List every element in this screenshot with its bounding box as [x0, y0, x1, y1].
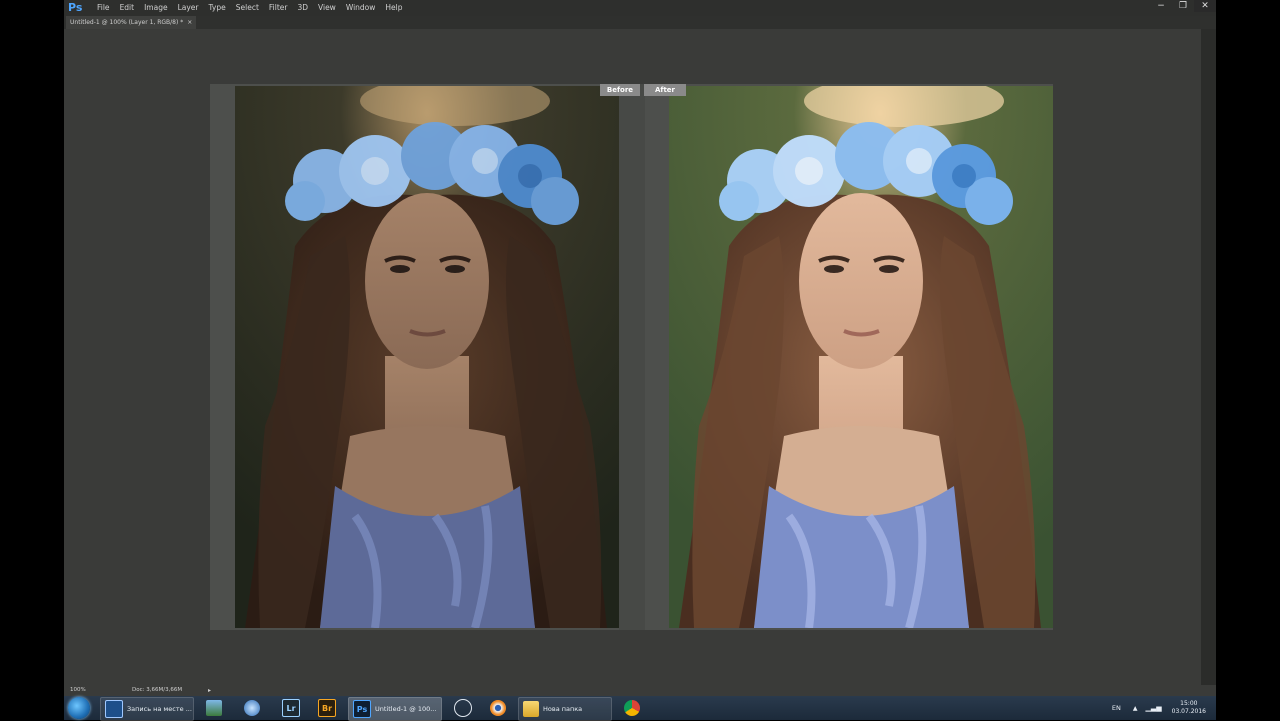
- menu-3d[interactable]: 3D: [292, 0, 313, 16]
- bridge-icon: Br: [318, 699, 336, 717]
- tab-close-icon[interactable]: ×: [187, 19, 192, 26]
- taskbar-photoshop[interactable]: Ps Untitled-1 @ 100...: [348, 697, 442, 721]
- before-photo: [235, 86, 619, 628]
- taskbar-recording-label: Запись на месте ...: [127, 705, 192, 713]
- taskbar-recording[interactable]: Запись на месте ...: [100, 697, 194, 721]
- after-label: After: [644, 84, 686, 96]
- before-portrait-image: [235, 86, 619, 628]
- taskbar-photoshop-label: Untitled-1 @ 100...: [375, 705, 437, 713]
- windows-taskbar: Запись на месте ... Lr Br Ps Untitled-1 …: [64, 696, 1216, 721]
- taskbar-folder-label: Нова папка: [543, 705, 583, 713]
- status-bar: 100% Doc: 3,66M/3,66M ▸: [64, 685, 1216, 696]
- menu-layer[interactable]: Layer: [173, 0, 204, 16]
- document-tab-bar: Untitled-1 @ 100% (Layer 1, RGB/8) * ×: [64, 16, 1216, 29]
- after-photo: [669, 86, 1053, 628]
- taskbar-folder[interactable]: Нова папка: [518, 697, 612, 721]
- photoshop-logo-icon: Ps: [68, 1, 83, 14]
- chrome-icon: [624, 700, 640, 716]
- eye-icon: [490, 700, 506, 716]
- menu-edit[interactable]: Edit: [115, 0, 140, 16]
- main-menu: File Edit Image Layer Type Select Filter…: [92, 0, 408, 16]
- menu-help[interactable]: Help: [380, 0, 407, 16]
- before-label: Before: [600, 84, 640, 96]
- doc-size: Doc: 3,66M/3,66M: [132, 687, 183, 693]
- right-panel-strip: [1201, 29, 1216, 685]
- taskbar-lightroom[interactable]: Lr: [278, 697, 302, 719]
- menu-select[interactable]: Select: [231, 0, 264, 16]
- folder-icon: [523, 701, 539, 717]
- start-button-icon[interactable]: [68, 697, 90, 719]
- compare-divider: [619, 84, 645, 630]
- close-icon[interactable]: ✕: [1194, 0, 1216, 12]
- after-portrait-image: [669, 86, 1053, 628]
- zoom-level[interactable]: 100%: [70, 687, 86, 693]
- taskbar-aperture[interactable]: [450, 697, 474, 719]
- screen-recorder-icon: [105, 700, 123, 718]
- taskbar-browser[interactable]: [240, 697, 264, 719]
- document-tab-title: Untitled-1 @ 100% (Layer 1, RGB/8) *: [70, 19, 184, 26]
- aperture-icon: [454, 699, 472, 717]
- minimize-icon[interactable]: −: [1150, 0, 1172, 12]
- language-indicator[interactable]: EN: [1112, 704, 1121, 712]
- menu-image[interactable]: Image: [139, 0, 173, 16]
- menu-filter[interactable]: Filter: [264, 0, 293, 16]
- network-signal-icon[interactable]: ▁▃▅: [1145, 704, 1161, 712]
- menu-file[interactable]: File: [92, 0, 115, 16]
- image-viewer-icon: [206, 700, 222, 716]
- photoshop-window: Ps File Edit Image Layer Type Select Fil…: [64, 0, 1216, 720]
- clock-date: 03.07.2016: [1171, 708, 1206, 715]
- restore-icon[interactable]: ❐: [1172, 0, 1194, 12]
- photoshop-icon: Ps: [353, 700, 371, 718]
- taskbar-eye-app[interactable]: [486, 697, 510, 719]
- taskbar-image-app[interactable]: [202, 697, 226, 719]
- lightroom-icon: Lr: [282, 699, 300, 717]
- menu-bar: Ps File Edit Image Layer Type Select Fil…: [64, 0, 1216, 16]
- menu-window[interactable]: Window: [341, 0, 381, 16]
- tray-expand-icon[interactable]: ▲: [1133, 705, 1138, 712]
- taskbar-chrome[interactable]: [620, 697, 644, 719]
- window-controls: − ❐ ✕: [1150, 0, 1216, 12]
- menu-type[interactable]: Type: [204, 0, 231, 16]
- menu-view[interactable]: View: [313, 0, 341, 16]
- clock-time: 15:00: [1180, 700, 1198, 707]
- taskbar-bridge[interactable]: Br: [314, 697, 338, 719]
- browser-icon: [244, 700, 260, 716]
- system-tray: EN ▲ ▁▃▅ 15:00 03.07.2016: [1112, 696, 1206, 720]
- clock[interactable]: 15:00 03.07.2016: [1172, 700, 1206, 716]
- document-tab[interactable]: Untitled-1 @ 100% (Layer 1, RGB/8) * ×: [66, 16, 197, 29]
- status-menu-arrow-icon[interactable]: ▸: [208, 687, 211, 694]
